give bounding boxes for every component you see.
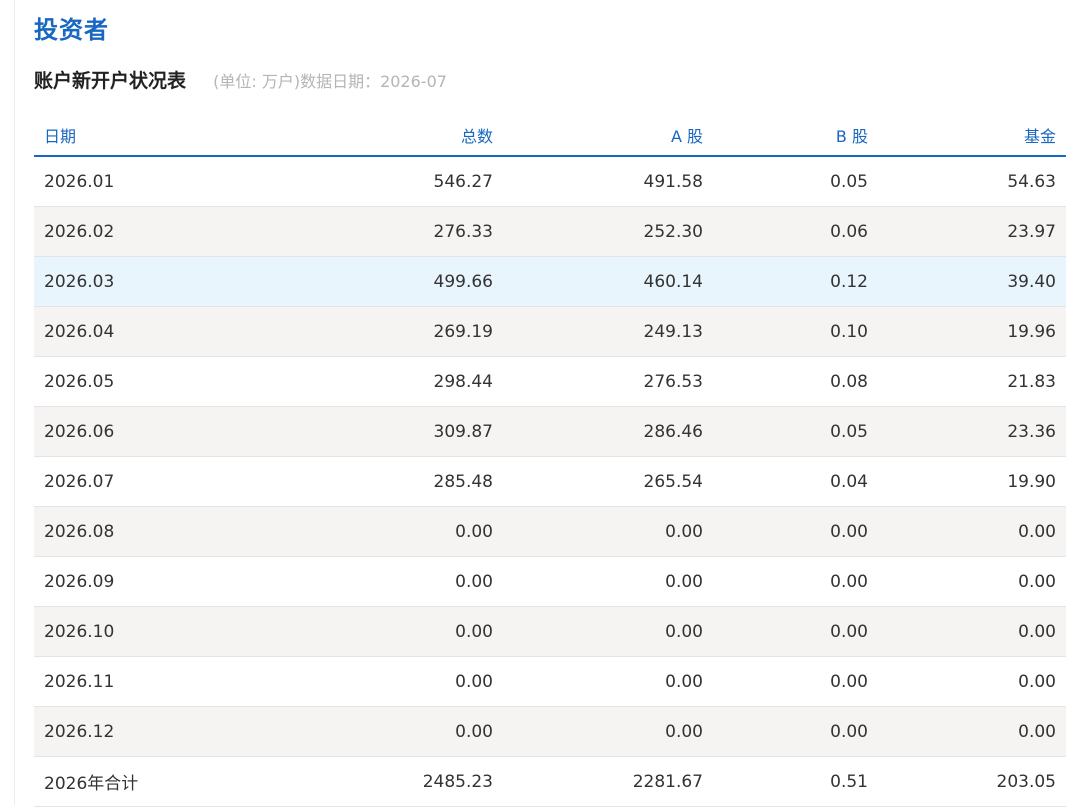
cell-total: 298.44	[243, 356, 503, 407]
cell-a-shares: 0.00	[503, 506, 713, 557]
cell-b-shares: 0.00	[713, 606, 878, 657]
cell-date: 2026.10	[34, 606, 243, 657]
table-heading: 账户新开户状况表 (单位: 万户)数据日期：2026-07	[34, 66, 447, 93]
cell-fund: 0.00	[878, 656, 1066, 707]
table-subtitle: (单位: 万户)数据日期：2026-07	[213, 72, 447, 91]
cell-b-shares: 0.10	[713, 306, 878, 357]
cell-date: 2026.07	[34, 456, 243, 507]
cell-a-shares: 2281.67	[503, 756, 713, 807]
cell-fund: 0.00	[878, 606, 1066, 657]
cell-b-shares: 0.00	[713, 556, 878, 607]
cell-a-shares: 0.00	[503, 706, 713, 757]
table-row: 2026.10 0.00 0.00 0.00 0.00	[34, 606, 1066, 657]
cell-fund: 19.96	[878, 306, 1066, 357]
cell-b-shares: 0.51	[713, 756, 878, 807]
cell-total: 285.48	[243, 456, 503, 507]
cell-b-shares: 0.04	[713, 456, 878, 507]
cell-total: 269.19	[243, 306, 503, 357]
table-row: 2026.02 276.33 252.30 0.06 23.97	[34, 206, 1066, 257]
cell-total: 0.00	[243, 656, 503, 707]
cell-a-shares: 491.58	[503, 156, 713, 207]
cell-total: 499.66	[243, 256, 503, 307]
column-header-b-shares: B 股	[713, 114, 878, 157]
cell-total: 276.33	[243, 206, 503, 257]
cell-a-shares: 0.00	[503, 556, 713, 607]
table-row: 2026.03 499.66 460.14 0.12 39.40	[34, 256, 1066, 307]
table-row: 2026.07 285.48 265.54 0.04 19.90	[34, 456, 1066, 507]
cell-date: 2026年合计	[34, 756, 243, 807]
column-header-date: 日期	[34, 114, 243, 157]
table-total-row: 2026年合计 2485.23 2281.67 0.51 203.05	[34, 756, 1066, 807]
cell-b-shares: 0.05	[713, 406, 878, 457]
cell-date: 2026.12	[34, 706, 243, 757]
cell-a-shares: 265.54	[503, 456, 713, 507]
cell-date: 2026.06	[34, 406, 243, 457]
cell-date: 2026.09	[34, 556, 243, 607]
cell-b-shares: 0.00	[713, 706, 878, 757]
cell-a-shares: 252.30	[503, 206, 713, 257]
cell-fund: 39.40	[878, 256, 1066, 307]
cell-date: 2026.02	[34, 206, 243, 257]
column-header-a-shares: A 股	[503, 114, 713, 157]
cell-b-shares: 0.05	[713, 156, 878, 207]
cell-fund: 0.00	[878, 556, 1066, 607]
cell-date: 2026.04	[34, 306, 243, 357]
cell-total: 2485.23	[243, 756, 503, 807]
cell-b-shares: 0.08	[713, 356, 878, 407]
cell-total: 309.87	[243, 406, 503, 457]
cell-total: 0.00	[243, 606, 503, 657]
table-header-row: 日期 总数 A 股 B 股 基金	[34, 114, 1066, 157]
cell-b-shares: 0.00	[713, 506, 878, 557]
content-panel: 投资者 账户新开户状况表 (单位: 万户)数据日期：2026-07 日期 总数 …	[14, 0, 1080, 807]
column-header-total: 总数	[243, 114, 503, 157]
cell-b-shares: 0.12	[713, 256, 878, 307]
cell-b-shares: 0.00	[713, 656, 878, 707]
table-row: 2026.06 309.87 286.46 0.05 23.36	[34, 406, 1066, 457]
page-title: 投资者	[34, 16, 109, 44]
cell-date: 2026.03	[34, 256, 243, 307]
cell-fund: 0.00	[878, 706, 1066, 757]
account-opening-table: 日期 总数 A 股 B 股 基金 2026.01 546.27 491.58 0.05…	[34, 114, 1066, 807]
table-row: 2026.01 546.27 491.58 0.05 54.63	[34, 156, 1066, 207]
table-row: 2026.04 269.19 249.13 0.10 19.96	[34, 306, 1066, 357]
cell-date: 2026.01	[34, 156, 243, 207]
cell-date: 2026.08	[34, 506, 243, 557]
cell-a-shares: 460.14	[503, 256, 713, 307]
cell-fund: 23.36	[878, 406, 1066, 457]
cell-total: 0.00	[243, 506, 503, 557]
cell-a-shares: 0.00	[503, 656, 713, 707]
cell-fund: 54.63	[878, 156, 1066, 207]
table-title: 账户新开户状况表	[34, 70, 187, 92]
cell-a-shares: 0.00	[503, 606, 713, 657]
cell-date: 2026.05	[34, 356, 243, 407]
cell-fund: 21.83	[878, 356, 1066, 407]
table-row: 2026.09 0.00 0.00 0.00 0.00	[34, 556, 1066, 607]
cell-a-shares: 276.53	[503, 356, 713, 407]
cell-fund: 23.97	[878, 206, 1066, 257]
column-header-fund: 基金	[878, 114, 1066, 157]
table-row: 2026.05 298.44 276.53 0.08 21.83	[34, 356, 1066, 407]
cell-fund: 19.90	[878, 456, 1066, 507]
cell-fund: 203.05	[878, 756, 1066, 807]
cell-a-shares: 286.46	[503, 406, 713, 457]
cell-date: 2026.11	[34, 656, 243, 707]
cell-total: 0.00	[243, 706, 503, 757]
cell-a-shares: 249.13	[503, 306, 713, 357]
table-row: 2026.11 0.00 0.00 0.00 0.00	[34, 656, 1066, 707]
cell-total: 0.00	[243, 556, 503, 607]
table-body: 2026.01 546.27 491.58 0.05 54.63 2026.02 276.3…	[34, 156, 1066, 807]
table-row: 2026.08 0.00 0.00 0.00 0.00	[34, 506, 1066, 557]
cell-b-shares: 0.06	[713, 206, 878, 257]
cell-total: 546.27	[243, 156, 503, 207]
cell-fund: 0.00	[878, 506, 1066, 557]
table-row: 2026.12 0.00 0.00 0.00 0.00	[34, 706, 1066, 757]
